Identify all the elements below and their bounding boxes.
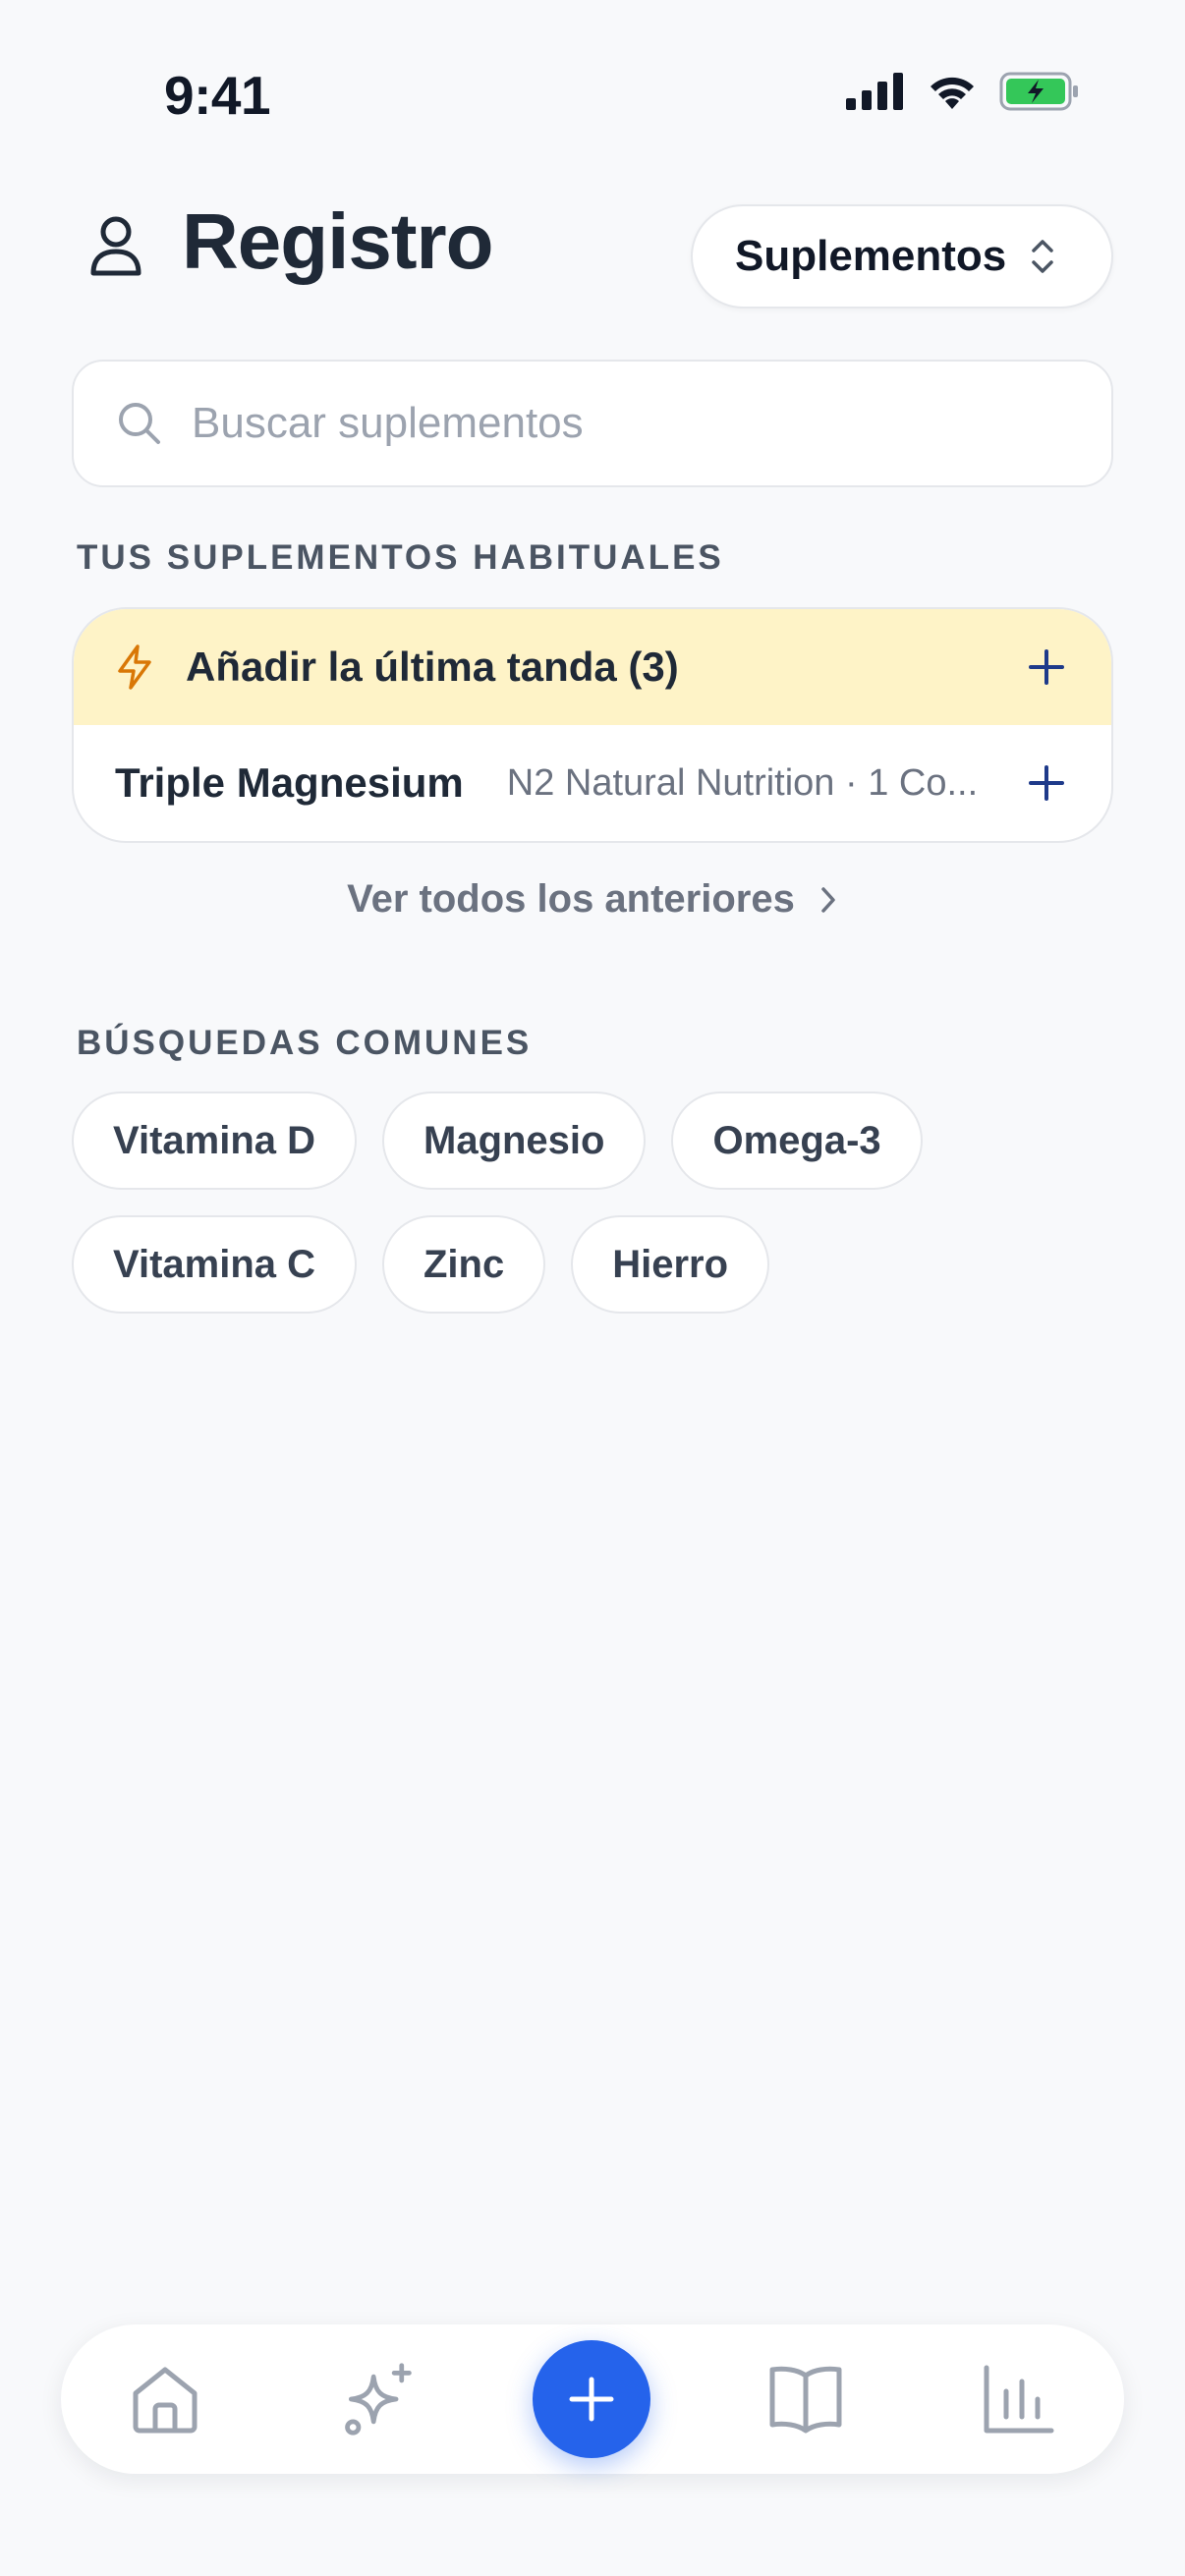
habitual-section-title: TUS SUPLEMENTOS HABITUALES [77,538,724,577]
status-time: 9:41 [164,65,271,126]
wifi-icon [931,77,974,109]
plus-icon [1029,765,1064,801]
habitual-item[interactable]: Triple Magnesium N2 Natural Nutrition · … [74,725,1111,841]
see-all-link[interactable]: Ver todos los anteriores [0,877,1185,922]
see-all-label: Ver todos los anteriores [347,877,795,921]
profile-button[interactable] [77,206,155,285]
add-button[interactable] [533,2340,650,2458]
chip-vitamina-c[interactable]: Vitamina C [72,1215,357,1314]
tab-stats[interactable] [979,2360,1057,2438]
chevron-up-down-icon [1032,240,1054,273]
quick-add-plus-button[interactable] [1025,645,1068,689]
bottom-tab-bar [61,2324,1124,2474]
chip-vitamina-d[interactable]: Vitamina D [72,1092,357,1190]
habitual-item-detail: N2 Natural Nutrition · 1 Co... [506,761,979,804]
habitual-item-plus-button[interactable] [1025,761,1068,805]
bolt-icon [118,644,151,690]
category-select-value: Suplementos [735,232,1007,280]
chip-omega-3[interactable]: Omega-3 [671,1092,923,1190]
quick-add-label: Añadir la última tanda (3) [186,644,679,690]
add-icon [569,2377,614,2422]
habitual-card: Añadir la última tanda (3) Triple Magnes… [72,607,1113,843]
search-input[interactable] [192,399,1027,448]
battery-icon [999,72,1078,111]
tab-home[interactable] [126,2360,204,2438]
chip-hierro[interactable]: Hierro [571,1215,770,1314]
book-icon [769,2366,842,2434]
page-title: Registro [182,197,493,285]
category-select[interactable]: Suplementos [691,204,1113,308]
search-field[interactable] [72,360,1113,487]
quick-add-last-batch[interactable]: Añadir la última tanda (3) [74,609,1111,725]
sparkles-icon [345,2363,412,2436]
common-searches-title: BÚSQUEDAS COMUNES [77,1024,533,1062]
chip-magnesio[interactable]: Magnesio [382,1092,647,1190]
app-screen: 9:41 Registro Suplementos Buscar supleme… [0,0,1185,2576]
status-icons [846,71,1080,112]
chip-zinc[interactable]: Zinc [382,1215,546,1314]
search-icon [119,403,160,444]
chart-icon [984,2365,1054,2434]
habitual-item-name: Triple Magnesium [115,759,464,806]
tab-library[interactable] [766,2360,845,2438]
tab-discover[interactable] [338,2360,417,2438]
plus-icon [1029,649,1064,685]
chevron-right-icon [821,886,835,913]
user-icon [90,216,141,276]
signal-icon [846,73,903,110]
home-icon [133,2367,198,2434]
common-searches-chips: Vitamina D Magnesio Omega-3 Vitamina C Z… [72,1092,1113,1339]
